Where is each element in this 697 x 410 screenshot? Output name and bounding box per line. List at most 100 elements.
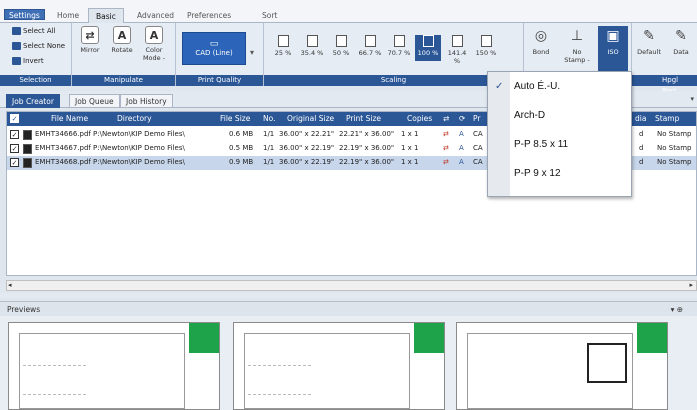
grid-icon <box>12 42 21 50</box>
col-file-name[interactable]: File Name <box>51 114 88 123</box>
previews-area <box>0 316 697 410</box>
dropdown-item[interactable]: Auto É.-U. <box>514 81 560 92</box>
tab-home[interactable]: Home <box>50 8 86 23</box>
dropdown-item[interactable]: Arch-D <box>514 110 545 121</box>
col-print-quality[interactable]: Pr <box>473 114 480 123</box>
scroll-right-icon[interactable]: ▸ <box>689 281 693 289</box>
title-block <box>414 323 444 353</box>
drawing-lines <box>23 365 86 395</box>
pdf-file-icon <box>23 158 32 168</box>
tab-basic[interactable]: Basic <box>88 8 124 23</box>
col-original-size[interactable]: Original Size <box>287 114 334 123</box>
col-mirror-icon[interactable]: ⇄ <box>443 114 449 123</box>
col-rotate-icon[interactable]: ⟳ <box>459 114 465 123</box>
mirror-icon: ⇄ <box>81 26 99 44</box>
mirror-icon[interactable]: ⇄ <box>443 158 449 166</box>
scale-100-button[interactable]: 100 % <box>415 35 441 61</box>
preview-thumbnail[interactable] <box>456 322 668 410</box>
scale-icon <box>335 35 347 47</box>
iso-icon: ▣ <box>606 28 620 44</box>
row-checkbox[interactable]: ✓ <box>10 130 19 139</box>
iso-button[interactable]: ▣ ISO <box>598 26 628 73</box>
pdf-file-icon <box>23 144 32 154</box>
col-media[interactable]: dia <box>635 114 646 123</box>
scale-icon <box>277 35 289 47</box>
scroll-left-icon[interactable]: ◂ <box>8 281 12 289</box>
mirror-button[interactable]: ⇄ Mirror <box>78 26 102 54</box>
mirror-icon[interactable]: ⇄ <box>443 144 449 152</box>
drawing-lines <box>248 365 311 395</box>
panel-splitter[interactable] <box>0 293 697 298</box>
scale-25-button[interactable]: 25 % <box>270 35 296 57</box>
tab-job-history[interactable]: Job History <box>120 94 173 108</box>
check-icon: ✓ <box>495 81 504 92</box>
previews-label: Previews <box>7 305 41 314</box>
preview-thumbnail[interactable] <box>8 322 220 410</box>
rotate-icon[interactable]: A <box>459 130 464 138</box>
print-quality-button[interactable]: ▭ CAD (Line) <box>182 32 246 65</box>
scale-icon <box>451 35 463 47</box>
scale-70-button[interactable]: 70.7 % <box>386 35 412 57</box>
scale-150-button[interactable]: 150 % <box>473 35 499 57</box>
tab-advanced[interactable]: Advanced <box>130 8 181 23</box>
pin-icon[interactable]: ▾ ⊕ <box>671 305 683 314</box>
col-copies[interactable]: Copies <box>407 114 432 123</box>
tab-preferences[interactable]: Preferences <box>180 8 238 23</box>
row-checkbox[interactable]: ✓ <box>10 144 19 153</box>
tab-settings[interactable]: Settings <box>4 9 45 20</box>
rotate-icon[interactable]: A <box>459 144 464 152</box>
tab-job-creator[interactable]: Job Creator <box>6 94 60 108</box>
print-quality-dropdown[interactable]: ▾ <box>247 32 257 65</box>
tab-sort[interactable]: Sort <box>255 8 284 23</box>
scale-icon <box>422 35 434 47</box>
rotate-icon: A <box>113 26 131 44</box>
invert-button[interactable]: Invert <box>12 57 44 65</box>
select-none-button[interactable]: Select None <box>12 42 65 50</box>
scale-icon <box>364 35 376 47</box>
rotate-icon[interactable]: A <box>459 158 464 166</box>
print-quality-group-label: Print Quality <box>176 75 263 86</box>
select-all-checkbox[interactable]: ✓ <box>10 114 19 123</box>
select-all-button[interactable]: Select All <box>12 27 56 35</box>
paper-roll-icon: ◎ <box>534 28 548 44</box>
col-directory[interactable]: Directory <box>117 114 152 123</box>
manipulate-group: ⇄ Mirror A Rotate A Color Mode - Manipulate <box>72 23 176 86</box>
data-button[interactable]: ✎ Data <box>666 26 696 56</box>
previews-header: Previews ▾ ⊕ <box>0 301 697 316</box>
title-block <box>189 323 219 353</box>
scale-141-button[interactable]: 141.4 % <box>444 35 470 65</box>
col-no[interactable]: No. <box>263 114 275 123</box>
scale-66-button[interactable]: 66.7 % <box>357 35 383 57</box>
output-group: ✎Default ✎Data Hpgl Post... <box>632 23 697 95</box>
col-stamp[interactable]: Stamp <box>655 114 679 123</box>
pen-icon: ✎ <box>675 28 687 44</box>
scaling-group-label: Scaling <box>264 75 523 86</box>
scale-50-button[interactable]: 50 % <box>328 35 354 57</box>
rotate-button[interactable]: A Rotate <box>110 26 134 54</box>
stamp-icon: ⊥ <box>570 28 584 44</box>
scale-35-button[interactable]: 35.4 % <box>299 35 325 57</box>
default-button[interactable]: ✎ Default <box>634 26 664 56</box>
scaling-group: 25 % 35.4 % 50 % 66.7 % 70.7 % 100 % 141… <box>264 23 524 86</box>
row-checkbox[interactable]: ✓ <box>10 158 19 167</box>
selection-group: Select All Select None Invert Selection <box>0 23 72 86</box>
preview-thumbnail[interactable] <box>233 322 445 410</box>
dropdown-item[interactable]: P-P 8.5 x 11 <box>514 139 568 150</box>
pen-icon: ✎ <box>643 28 655 44</box>
grid-horizontal-scrollbar[interactable]: ◂ ▸ <box>6 280 697 291</box>
scale-icon <box>393 35 405 47</box>
scale-icon <box>306 35 318 47</box>
printer-icon: ▭ <box>209 39 219 49</box>
col-file-size[interactable]: File Size <box>220 114 250 123</box>
pdf-file-icon <box>23 130 32 140</box>
dropdown-item[interactable]: P-P 9 x 12 <box>514 168 561 179</box>
mirror-icon[interactable]: ⇄ <box>443 130 449 138</box>
stamp-button[interactable]: ⊥ No Stamp - <box>562 26 592 64</box>
col-print-size[interactable]: Print Size <box>346 114 381 123</box>
drawing-outline <box>587 343 627 383</box>
tab-job-queue[interactable]: Job Queue <box>69 94 120 108</box>
scale-icon <box>480 35 492 47</box>
color-mode-button[interactable]: A Color Mode - <box>142 26 166 62</box>
bond-button[interactable]: ◎ Bond <box>526 26 556 56</box>
panel-menu-icon[interactable]: ▾ <box>690 95 694 103</box>
